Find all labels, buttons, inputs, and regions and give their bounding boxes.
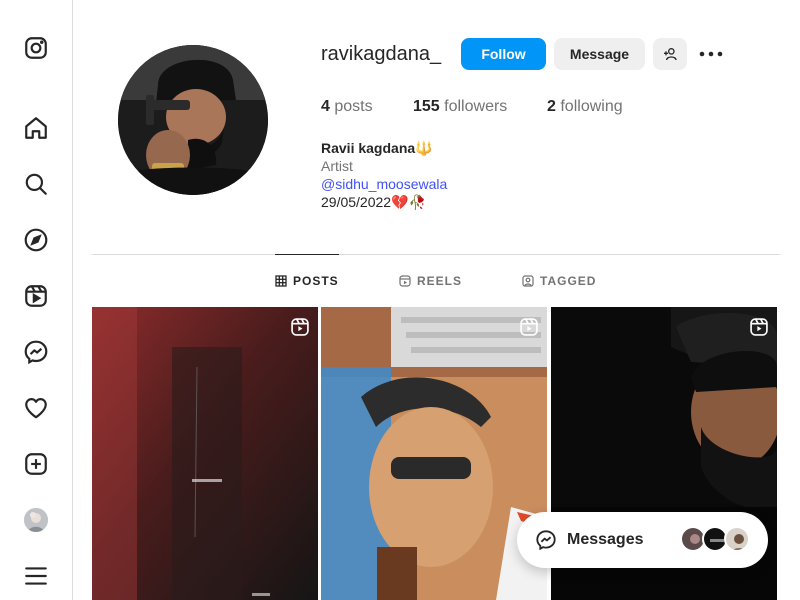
following-count-number: 2 <box>547 98 556 115</box>
following-count[interactable]: 2 following <box>547 98 623 116</box>
followers-count-number: 155 <box>413 98 440 115</box>
instagram-logo-icon[interactable] <box>22 34 50 62</box>
tab-tagged[interactable]: TAGGED <box>522 274 596 288</box>
grid-icon <box>275 275 287 287</box>
sidebar <box>0 0 73 600</box>
profile-full-name: Ravii kagdana🔱 <box>321 140 433 156</box>
posts-count-label: posts <box>334 98 373 115</box>
explore-compass-icon[interactable] <box>22 226 50 254</box>
post-tile[interactable] <box>321 307 547 600</box>
more-horizontal-icon <box>699 51 723 57</box>
profile-category: Artist <box>321 158 353 174</box>
menu-hamburger-icon[interactable] <box>22 562 50 590</box>
posts-count: 4 posts <box>321 98 373 116</box>
suggest-user-button[interactable] <box>653 38 687 70</box>
reel-icon <box>520 318 538 336</box>
add-user-icon <box>664 48 677 61</box>
profile-username: ravikagdana_ <box>321 43 442 65</box>
reels-icon <box>399 275 411 287</box>
reel-icon <box>291 318 309 336</box>
tab-posts-label: POSTS <box>293 274 339 288</box>
profile-bio: Ravii kagdana🔱 Artist @sidhu_moosewala 2… <box>321 139 447 211</box>
reel-icon <box>750 318 768 336</box>
following-count-label: following <box>560 98 623 115</box>
messenger-icon <box>536 530 556 551</box>
messenger-icon[interactable] <box>22 338 50 366</box>
message-button[interactable]: Message <box>554 38 645 70</box>
active-tab-indicator <box>275 254 339 255</box>
post-tile[interactable] <box>92 307 318 600</box>
bio-date-line: 29/05/2022💔🥀 <box>321 194 426 210</box>
follow-button[interactable]: Follow <box>461 38 546 70</box>
tabs-divider <box>92 254 780 255</box>
messages-bar[interactable]: Messages <box>517 512 768 568</box>
tagged-icon <box>522 275 534 287</box>
tab-reels-label: REELS <box>417 274 463 288</box>
post-thumbnail <box>321 307 547 600</box>
avatar <box>724 526 750 552</box>
bio-mention-link[interactable]: @sidhu_moosewala <box>321 175 447 193</box>
messages-label: Messages <box>567 531 644 548</box>
messages-avatar-stack <box>680 526 750 552</box>
tab-reels[interactable]: REELS <box>399 274 462 288</box>
followers-count-label: followers <box>444 98 508 115</box>
tab-tagged-label: TAGGED <box>540 274 597 288</box>
reels-icon[interactable] <box>22 282 50 310</box>
post-thumbnail <box>92 307 318 600</box>
tab-posts[interactable]: POSTS <box>275 274 339 288</box>
search-icon[interactable] <box>22 170 50 198</box>
profile-avatar[interactable] <box>24 508 48 532</box>
profile-picture[interactable] <box>118 45 268 195</box>
create-plus-icon[interactable] <box>22 450 50 478</box>
heart-icon[interactable] <box>22 394 50 422</box>
more-options-button[interactable] <box>698 44 724 64</box>
home-icon[interactable] <box>22 114 50 142</box>
posts-count-number: 4 <box>321 98 330 115</box>
followers-count[interactable]: 155 followers <box>413 98 507 116</box>
